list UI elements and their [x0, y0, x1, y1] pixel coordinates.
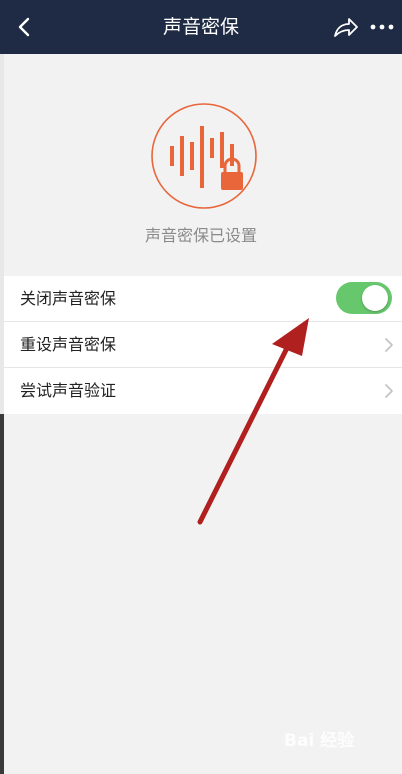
share-icon[interactable] — [332, 16, 360, 40]
settings-list: 关闭声音密保 重设声音密保 尝试声音验证 — [4, 276, 402, 414]
row-label: 尝试声音验证 — [20, 381, 117, 400]
baidu-watermark: Bai 经验 — [284, 731, 355, 751]
list-item-try-voice-verification[interactable]: 尝试声音验证 — [4, 368, 402, 414]
more-dots-icon[interactable] — [368, 22, 396, 32]
disable-voice-protection-toggle[interactable] — [336, 282, 392, 314]
list-item-reset-voice-protection[interactable]: 重设声音密保 — [4, 322, 402, 368]
chevron-right-icon — [385, 338, 393, 352]
row-label: 关闭声音密保 — [20, 289, 117, 308]
nav-bar: 声音密保 — [0, 0, 402, 54]
row-label: 重设声音密保 — [20, 335, 117, 354]
toggle-knob — [362, 285, 388, 311]
voice-protection-status: 声音密保已设置 — [144, 226, 257, 245]
list-item-disable-voice-protection[interactable]: 关闭声音密保 — [4, 276, 402, 322]
chevron-right-icon — [385, 384, 393, 398]
voice-lock-icon — [151, 103, 257, 209]
